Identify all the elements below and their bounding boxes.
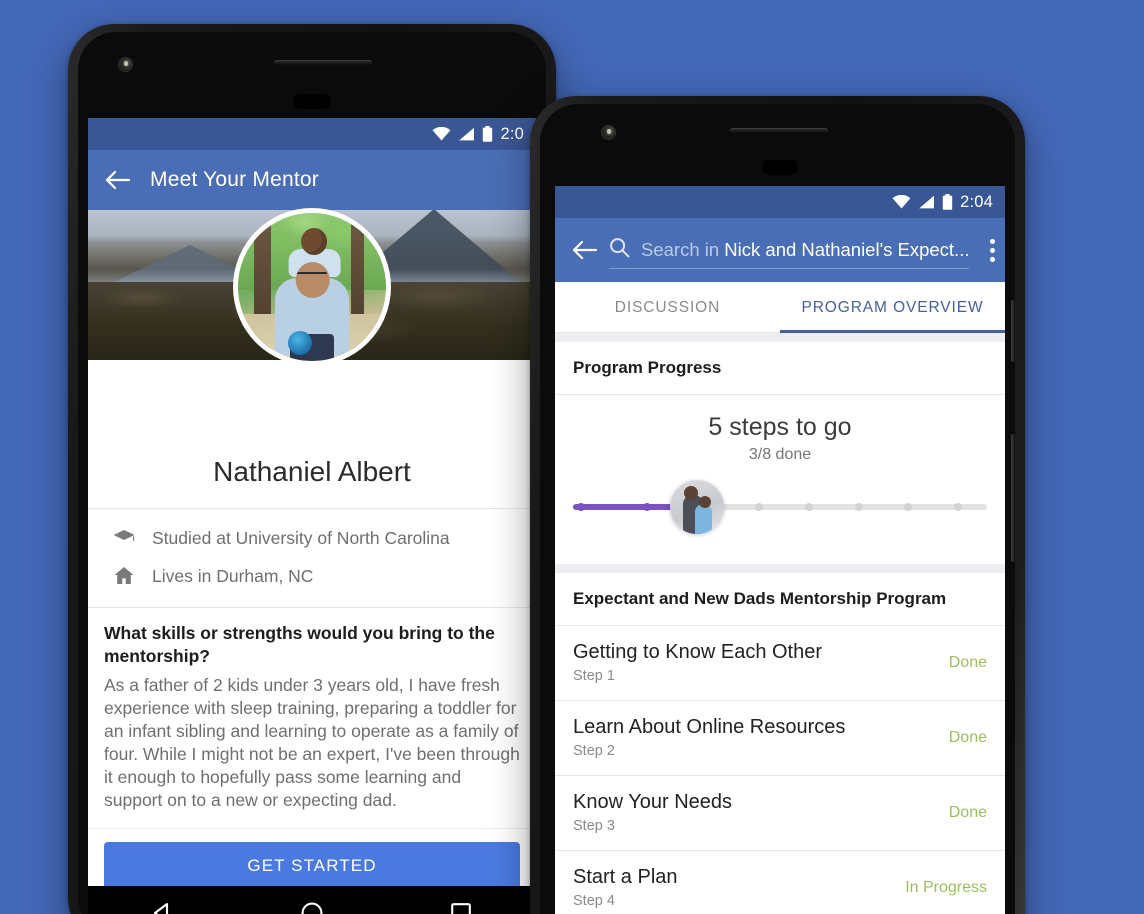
wifi-icon (892, 195, 911, 209)
wifi-icon (432, 127, 451, 141)
step-number: Step 4 (573, 893, 615, 909)
progress-thumb-avatar[interactable] (670, 480, 725, 534)
step-title: Start a Plan (573, 866, 678, 888)
kebab-menu-icon[interactable] (981, 238, 1004, 262)
step-number: Step 1 (573, 668, 615, 684)
step-row[interactable]: Learn About Online Resources Step 2 Done (555, 701, 1005, 776)
volume-button[interactable] (1011, 300, 1015, 362)
phone-device-right: 2:04 Search in Nick and Nathaniel's Expe… (530, 96, 1025, 914)
progress-slider[interactable] (573, 480, 987, 534)
tab-bar: DISCUSSION PROGRAM OVERVIEW (555, 282, 1005, 333)
phone-device-left: 2:0 Meet Your Mentor Nathaniel Albert St… (68, 24, 556, 914)
step-row[interactable]: Know Your Needs Step 3 Done (555, 776, 1005, 851)
cta-container: GET STARTED (88, 828, 536, 886)
sensor-pill (762, 160, 798, 175)
step-row[interactable]: Getting to Know Each Other Step 1 Done (555, 626, 1005, 701)
progress-tick-todo (953, 503, 962, 511)
progress-tick-todo (804, 503, 813, 511)
step-text-group: Know Your Needs Step 3 (573, 791, 732, 834)
profile-info-list: Studied at University of North Carolina … (88, 508, 536, 607)
info-text-education: Studied at University of North Carolina (152, 527, 450, 548)
step-row[interactable]: Start a Plan Step 4 In Progress (555, 851, 1005, 914)
qa-answer: As a father of 2 kids under 3 years old,… (104, 674, 520, 810)
thumb-child-body (695, 503, 713, 534)
progress-tick-todo (854, 503, 863, 511)
status-badge: Done (948, 653, 987, 671)
get-started-button[interactable]: GET STARTED (104, 842, 520, 886)
avatar-photo (238, 213, 386, 361)
app-bar: Meet Your Mentor (88, 150, 536, 210)
search-bar: Search in Nick and Nathaniel's Expect... (555, 218, 1005, 282)
qa-block: What skills or strengths would you bring… (88, 607, 536, 828)
signal-icon (918, 195, 935, 209)
info-row-education: Studied at University of North Carolina (88, 519, 536, 557)
tab-program-overview[interactable]: PROGRAM OVERVIEW (780, 282, 1005, 333)
profile-name-block: Nathaniel Albert (88, 360, 536, 508)
search-icon (609, 237, 630, 263)
status-bar: 2:04 (555, 186, 1005, 218)
profile-name: Nathaniel Albert (213, 456, 411, 487)
program-progress-card: 5 steps to go 3/8 done (555, 395, 1005, 564)
circle-home-icon[interactable] (299, 900, 325, 914)
earpiece-speaker (730, 128, 828, 133)
info-row-location: Lives in Durham, NC (88, 557, 536, 595)
phone-left-bezel: 2:0 Meet Your Mentor Nathaniel Albert St… (78, 32, 546, 914)
square-recents-icon[interactable] (448, 900, 474, 914)
sensor-pill (293, 94, 331, 109)
home-icon (112, 564, 136, 588)
power-button[interactable] (1011, 434, 1015, 562)
battery-icon (482, 126, 493, 142)
step-number: Step 3 (573, 818, 615, 834)
phone-right-screen: 2:04 Search in Nick and Nathaniel's Expe… (555, 186, 1005, 914)
step-text-group: Learn About Online Resources Step 2 (573, 716, 845, 759)
front-camera-icon (602, 126, 615, 139)
screenshot-stage: 2:0 Meet Your Mentor Nathaniel Albert St… (0, 0, 1144, 914)
phone-right-bezel: 2:04 Search in Nick and Nathaniel's Expe… (540, 104, 1015, 914)
step-title: Learn About Online Resources (573, 716, 846, 738)
avatar-child-head (301, 227, 328, 255)
avatar-adult-head (295, 261, 330, 298)
search-placeholder: Search in Nick and Nathaniel's Expect... (641, 239, 969, 261)
status-badge: In Progress (905, 878, 987, 896)
info-text-location: Lives in Durham, NC (152, 565, 314, 586)
program-progress-header: Program Progress (555, 342, 1005, 395)
step-text-group: Getting to Know Each Other Step 1 (573, 641, 822, 684)
battery-icon (942, 194, 953, 210)
status-bar: 2:0 (88, 118, 536, 150)
back-arrow-icon[interactable] (571, 239, 598, 261)
step-number: Step 2 (573, 743, 615, 759)
step-title: Getting to Know Each Other (573, 641, 823, 663)
search-input[interactable]: Search in Nick and Nathaniel's Expect... (609, 231, 970, 269)
search-placeholder-target: Nick and Nathaniel's Expect... (724, 238, 970, 260)
front-camera-icon (119, 58, 132, 71)
earpiece-speaker (274, 60, 372, 65)
search-placeholder-prefix: Search in (641, 238, 725, 260)
status-bar-time: 2:04 (960, 192, 993, 211)
android-nav-bar (88, 886, 536, 914)
page-title: Meet Your Mentor (150, 168, 319, 191)
phone-left-screen: 2:0 Meet Your Mentor Nathaniel Albert St… (88, 118, 536, 886)
signal-icon (458, 127, 475, 141)
status-badge: Done (948, 803, 987, 821)
status-badge: Done (948, 728, 987, 746)
steps-done-subline: 3/8 done (748, 446, 812, 463)
graduation-cap-icon (112, 526, 136, 550)
step-text-group: Start a Plan Step 4 (573, 866, 678, 909)
program-title-header: Expectant and New Dads Mentorship Progra… (555, 573, 1005, 626)
qa-question: What skills or strengths would you bring… (104, 623, 495, 666)
avatar-glasses-icon (297, 272, 327, 279)
status-bar-time: 2:0 (500, 124, 524, 143)
step-title: Know Your Needs (573, 791, 733, 813)
section-divider (555, 564, 1005, 573)
triangle-back-icon[interactable] (150, 900, 176, 914)
avatar[interactable] (233, 208, 391, 366)
tab-discussion[interactable]: DISCUSSION (555, 282, 780, 332)
steps-to-go-headline: 5 steps to go (708, 413, 852, 441)
back-arrow-icon[interactable] (104, 169, 131, 191)
section-divider (555, 333, 1005, 342)
